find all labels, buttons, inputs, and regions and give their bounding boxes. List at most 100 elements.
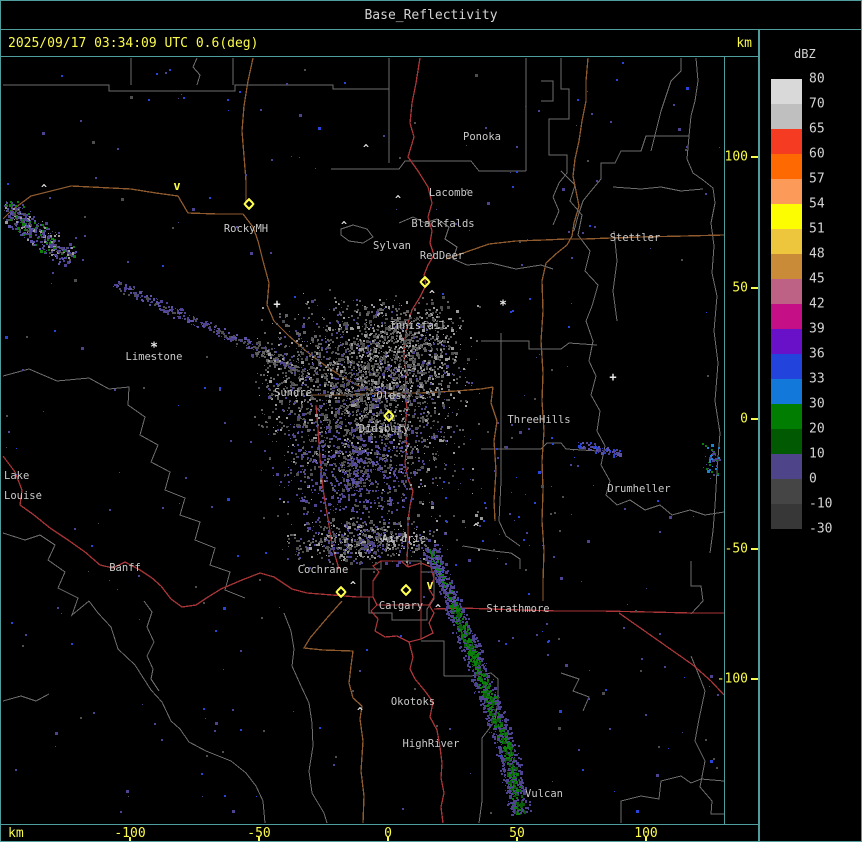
city-label: Didsbury bbox=[359, 423, 410, 435]
map-symbol-icon: v bbox=[173, 179, 180, 193]
city-label: Sundre bbox=[274, 387, 312, 399]
dbz-color-block bbox=[771, 79, 802, 104]
dbz-scale-label: 42 bbox=[809, 296, 825, 312]
map-symbol-icon: ^ bbox=[363, 144, 369, 155]
map-symbol-icon: * bbox=[150, 341, 158, 356]
map-symbol-icon: ^ bbox=[429, 290, 435, 301]
y-axis-tick-label: -50 bbox=[724, 541, 748, 557]
dbz-color-block bbox=[771, 204, 802, 229]
dbz-scale-label: 39 bbox=[809, 321, 825, 337]
dbz-scale-label: 51 bbox=[809, 221, 825, 237]
dbz-color-block bbox=[771, 304, 802, 329]
y-axis-tick-label: 50 bbox=[732, 280, 748, 296]
dbz-scale-label: 20 bbox=[809, 421, 825, 437]
map-symbol-icon: ^ bbox=[357, 707, 363, 718]
scan-timestamp: 2025/09/17 03:34:09 UTC 0.6(deg) bbox=[8, 35, 259, 51]
city-label: Cochrane bbox=[298, 564, 349, 576]
dbz-scale-label: 33 bbox=[809, 371, 825, 387]
dbz-scale-label: 65 bbox=[809, 121, 825, 137]
city-label: Calgary bbox=[379, 600, 423, 612]
dbz-scale-label: 70 bbox=[809, 96, 825, 112]
city-label: Banff bbox=[109, 562, 141, 574]
map-symbol-icon: ^ bbox=[350, 581, 356, 592]
page-title: Base_Reflectivity bbox=[364, 7, 498, 23]
city-label: Ponoka bbox=[463, 131, 501, 143]
city-label: ThreeHills bbox=[507, 414, 570, 426]
dbz-scale-label: 10 bbox=[809, 446, 825, 462]
city-label: RockyMH bbox=[224, 223, 268, 235]
dbz-color-block bbox=[771, 279, 802, 304]
x-axis-unit-label: km bbox=[8, 826, 24, 841]
city-label: Airdrie bbox=[382, 533, 426, 545]
dbz-color-block bbox=[771, 154, 802, 179]
dbz-scale-label: 60 bbox=[809, 146, 825, 162]
map-symbol-icon: * bbox=[499, 299, 507, 314]
city-label: Louise bbox=[4, 490, 42, 502]
dbz-color-block bbox=[771, 129, 802, 154]
city-label: Stettler bbox=[610, 232, 661, 244]
y-axis-unit-label: km bbox=[736, 35, 752, 51]
dbz-color-block bbox=[771, 429, 802, 454]
city-label: Okotoks bbox=[391, 696, 435, 708]
city-label: Sylvan bbox=[373, 240, 411, 252]
dbz-color-block bbox=[771, 354, 802, 379]
map-symbol-icon: ^ bbox=[395, 195, 401, 206]
x-axis-tick-mark bbox=[516, 837, 518, 841]
y-axis-tick-mark bbox=[751, 156, 758, 158]
map-symbol-icon: ^ bbox=[41, 184, 47, 195]
dbz-color-block bbox=[771, 404, 802, 429]
dbz-color-block bbox=[771, 454, 802, 479]
map-symbol-icon: ^ bbox=[398, 346, 404, 357]
radar-site-diamond-icon bbox=[400, 583, 412, 597]
city-label: HighRiver bbox=[403, 738, 460, 750]
dbz-color-block bbox=[771, 329, 802, 354]
dbz-scale-label: 30 bbox=[809, 396, 825, 412]
city-label: Innisfail bbox=[390, 320, 447, 332]
y-axis-tick-label: -100 bbox=[716, 671, 748, 687]
city-label: Lake bbox=[4, 470, 29, 482]
y-axis-tick-mark bbox=[751, 287, 758, 289]
y-axis: 100 50 0 -50 -100 bbox=[717, 57, 758, 824]
dbz-color-block bbox=[771, 254, 802, 279]
x-axis-tick-mark bbox=[645, 837, 647, 841]
city-label: Olds bbox=[376, 390, 401, 402]
radar-plot-area[interactable]: Ponoka Lacombe Blackfalds Sylvan RedDeer Stet… bbox=[1, 57, 725, 824]
city-label: RedDeer bbox=[420, 250, 464, 262]
map-symbol-icon: ^ bbox=[435, 604, 441, 615]
dbz-color-block bbox=[771, 229, 802, 254]
radar-echo-layer bbox=[4, 62, 721, 816]
map-symbol-icon: + bbox=[609, 370, 616, 384]
map-symbol-icon: v bbox=[426, 578, 433, 592]
dbz-scale-label: 45 bbox=[809, 271, 825, 287]
dbz-color-block bbox=[771, 379, 802, 404]
map-symbol-icon: ^ bbox=[473, 523, 479, 534]
radar-app-window: Base_Reflectivity 2025/09/17 03:34:09 UT… bbox=[0, 0, 862, 842]
dbz-scale-label: 57 bbox=[809, 171, 825, 187]
city-label: Lacombe bbox=[429, 187, 473, 199]
y-axis-tick-mark bbox=[751, 678, 758, 680]
dbz-scale-label: 0 bbox=[809, 471, 817, 487]
x-axis: km -100 -50 0 50 100 bbox=[1, 824, 759, 841]
x-axis-tick-mark bbox=[129, 837, 131, 841]
dbz-scale-label: 80 bbox=[809, 71, 825, 87]
dbz-scale-label: 54 bbox=[809, 196, 825, 212]
city-label: Blackfalds bbox=[411, 218, 474, 230]
dbz-color-block bbox=[771, 504, 802, 529]
dbz-color-block bbox=[771, 104, 802, 129]
map-symbol-icon: + bbox=[273, 297, 280, 311]
dbz-color-block bbox=[771, 179, 802, 204]
y-axis-tick-mark bbox=[751, 548, 758, 550]
x-axis-tick-mark bbox=[258, 837, 260, 841]
x-axis-tick-mark bbox=[387, 837, 389, 841]
info-bar: 2025/09/17 03:34:09 UTC 0.6(deg) km bbox=[1, 30, 758, 57]
city-label: Drumheller bbox=[607, 483, 670, 495]
dbz-scale-label: 36 bbox=[809, 346, 825, 362]
dbz-scale-label: -10 bbox=[809, 496, 833, 512]
radar-map-canvas: Ponoka Lacombe BlackfaldsSylvan RedDeer Stet… bbox=[2, 57, 725, 824]
color-scale-panel: dBZ 80 70 65 60 57 54 51 48 45 42 39 36 33 30 20 10 0 -10… bbox=[760, 30, 861, 841]
map-symbol-icon: ^ bbox=[341, 221, 347, 232]
dbz-scale-label: 48 bbox=[809, 246, 825, 262]
dbz-color-block bbox=[771, 479, 802, 504]
y-axis-tick-label: 0 bbox=[740, 411, 748, 427]
dbz-scale-label: -30 bbox=[809, 521, 833, 537]
